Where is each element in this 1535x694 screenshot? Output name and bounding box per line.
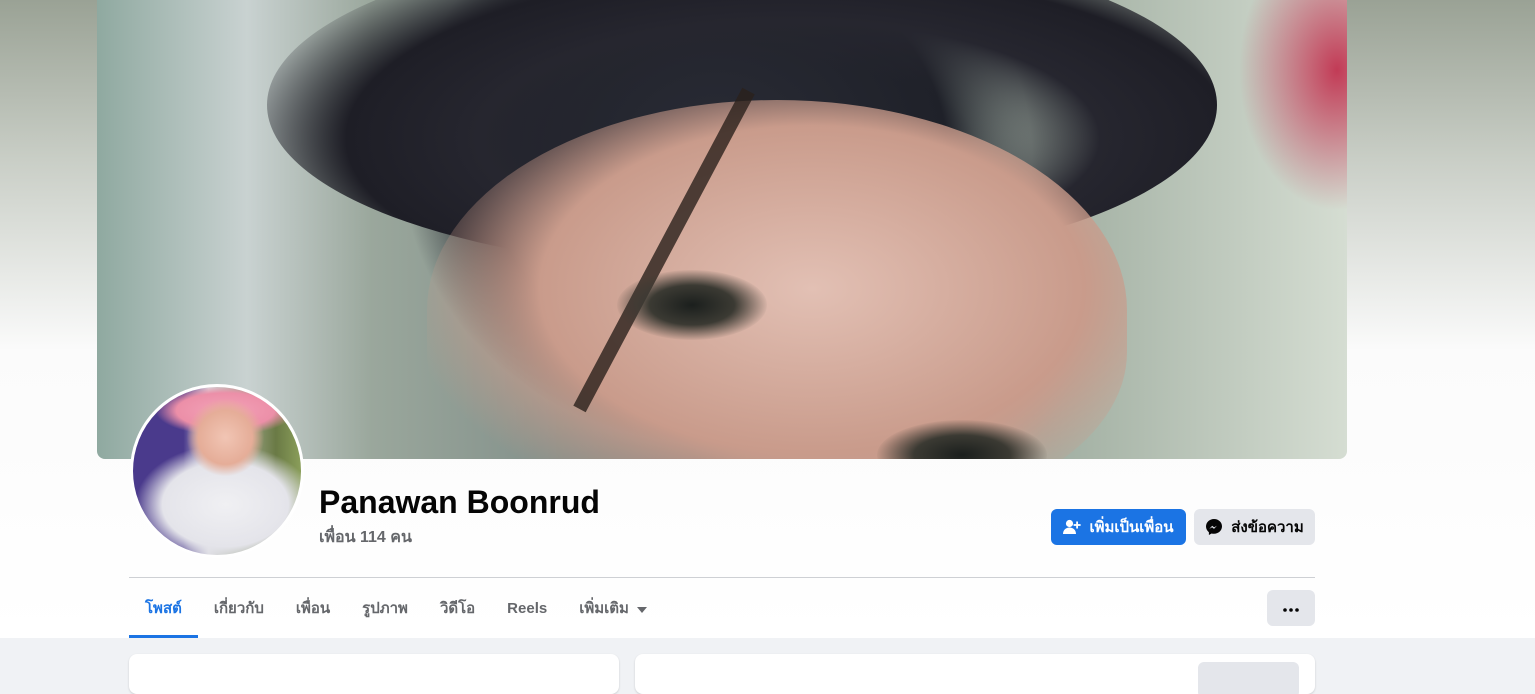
more-options-button[interactable] bbox=[1267, 590, 1315, 626]
ellipsis-icon bbox=[1283, 599, 1299, 617]
intro-card bbox=[129, 654, 619, 694]
message-button[interactable]: ส่งข้อความ bbox=[1194, 509, 1315, 545]
tab-more-label: เพิ่มเติม bbox=[579, 600, 629, 617]
posts-filter-button[interactable] bbox=[1198, 662, 1299, 694]
profile-name: Panawan Boonrud bbox=[319, 484, 600, 520]
profile-tabs: โพสต์ เกี่ยวกับ เพื่อน รูปภาพ วิดีโอ Ree… bbox=[129, 578, 663, 638]
tab-photos[interactable]: รูปภาพ bbox=[346, 578, 424, 638]
messenger-icon bbox=[1205, 518, 1223, 536]
tab-about-label: เกี่ยวกับ bbox=[213, 600, 264, 617]
posts-card bbox=[635, 654, 1315, 694]
cover-photo[interactable] bbox=[97, 0, 1347, 459]
tab-photos-label: รูปภาพ bbox=[362, 600, 408, 617]
tab-posts[interactable]: โพสต์ bbox=[129, 578, 198, 638]
tab-videos[interactable]: วิดีโอ bbox=[424, 578, 491, 638]
tab-reels[interactable]: Reels bbox=[491, 578, 563, 638]
tab-friends[interactable]: เพื่อน bbox=[280, 578, 346, 638]
tab-friends-label: เพื่อน bbox=[295, 600, 331, 617]
tab-posts-label: โพสต์ bbox=[145, 600, 182, 617]
caret-down-icon bbox=[636, 600, 647, 617]
tab-reels-label: Reels bbox=[507, 599, 548, 617]
cover-photo-eye bbox=[617, 270, 767, 340]
tab-videos-label: วิดีโอ bbox=[439, 600, 476, 617]
add-friend-label: เพิ่มเป็นเพื่อน bbox=[1089, 519, 1174, 536]
add-friend-icon bbox=[1063, 519, 1082, 535]
tab-about[interactable]: เกี่ยวกับ bbox=[198, 578, 280, 638]
add-friend-button[interactable]: เพิ่มเป็นเพื่อน bbox=[1051, 509, 1186, 545]
tab-more[interactable]: เพิ่มเติม bbox=[563, 578, 663, 638]
message-label: ส่งข้อความ bbox=[1231, 519, 1304, 536]
friends-count[interactable]: เพื่อน 114 คน bbox=[319, 525, 412, 550]
profile-avatar[interactable] bbox=[130, 384, 304, 558]
